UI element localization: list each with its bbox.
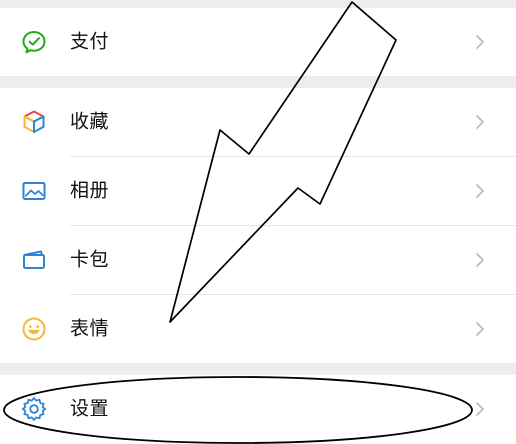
wechat-pay-icon: [20, 28, 48, 56]
chevron-right-icon: [474, 183, 486, 199]
menu-item-album[interactable]: 相册: [0, 157, 516, 225]
menu-item-stickers[interactable]: 表情: [0, 295, 516, 363]
menu-item-settings[interactable]: 设置: [0, 375, 516, 443]
menu-item-label: 卡包: [70, 248, 110, 271]
favorites-cube-icon: [20, 108, 48, 136]
menu-item-label: 收藏: [70, 110, 110, 133]
sticker-smiley-icon: [20, 315, 48, 343]
separator-band-top: [0, 0, 516, 8]
menu-item-card-wallet[interactable]: 卡包: [0, 226, 516, 294]
separator-band: [0, 76, 516, 88]
album-icon: [20, 177, 48, 205]
wechat-me-menu: 支付 收藏 相册 卡包 表情 设置: [0, 0, 516, 444]
separator-band: [0, 363, 516, 375]
chevron-right-icon: [474, 114, 486, 130]
menu-item-label: 支付: [70, 30, 110, 53]
settings-gear-icon: [20, 395, 48, 423]
menu-item-label: 设置: [70, 397, 110, 420]
menu-item-pay[interactable]: 支付: [0, 8, 516, 76]
chevron-right-icon: [474, 252, 486, 268]
chevron-right-icon: [474, 34, 486, 50]
card-wallet-icon: [20, 246, 48, 274]
menu-item-favorites[interactable]: 收藏: [0, 88, 516, 156]
chevron-right-icon: [474, 321, 486, 337]
menu-item-label: 表情: [70, 317, 110, 340]
menu-item-label: 相册: [70, 179, 110, 202]
chevron-right-icon: [474, 401, 486, 417]
